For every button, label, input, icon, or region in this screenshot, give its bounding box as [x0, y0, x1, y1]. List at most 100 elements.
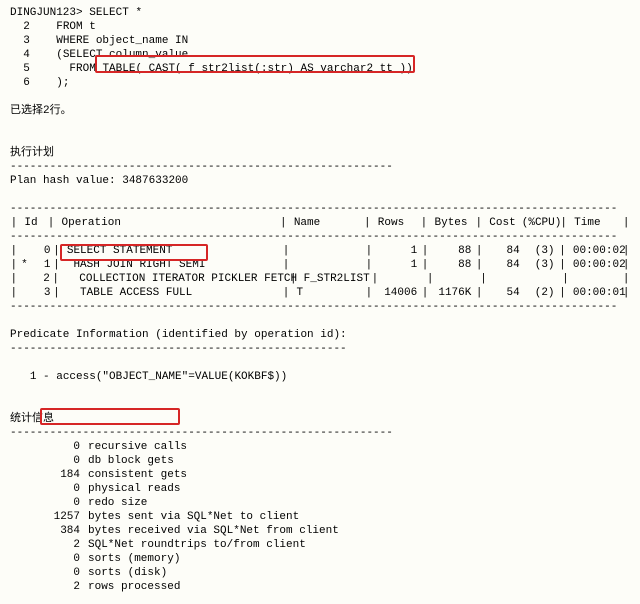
plan-bottom-border: ----------------------------------------…	[10, 300, 630, 314]
plan-op: TABLE ACCESS FULL	[67, 287, 192, 299]
plan-row: |*1| HASH JOIN RIGHT SEMI| |1|88|84(3)| …	[10, 258, 630, 272]
divider: ----------------------------------------…	[10, 426, 630, 440]
plan-star: *	[18, 258, 32, 272]
stat-label: recursive calls	[88, 440, 630, 454]
col-time-label: Time	[574, 217, 600, 229]
predicate-text: 1 - access("OBJECT_NAME"=VALUE(KOKBF$))	[30, 371, 287, 383]
plan-cost: 84	[483, 244, 522, 258]
stat-label: physical reads	[88, 482, 630, 496]
stat-row-highlighted: 184consistent gets	[10, 468, 630, 482]
stat-value: 0	[10, 482, 88, 496]
col-cost-label: Cost	[489, 217, 515, 229]
plan-op: SELECT STATEMENT	[67, 245, 173, 257]
stat-row: 0db block gets	[10, 454, 630, 468]
stat-row: 0physical reads	[10, 482, 630, 496]
plan-cost	[487, 272, 525, 286]
plan-id: 1	[31, 258, 52, 272]
plan-star	[18, 286, 32, 300]
plan-cpu: (2)	[522, 286, 559, 300]
plan-row: | 3| TABLE ACCESS FULL| T|14006|1176K|54…	[10, 286, 630, 300]
plan-bytes: 1176K	[429, 286, 475, 300]
stat-row: 0redo size	[10, 496, 630, 510]
stat-value: 0	[10, 552, 88, 566]
plan-bytes: 88	[429, 258, 475, 272]
plan-rows: 14006	[373, 286, 421, 300]
rows-selected-message: 已选择2行。	[10, 104, 630, 118]
plan-time: 00:00:01	[573, 287, 626, 299]
predicate-line: 1 - access("OBJECT_NAME"=VALUE(KOKBF$))	[10, 370, 630, 384]
statistics-block: 0recursive calls 0db block gets 184consi…	[10, 440, 630, 594]
sql-block: DINGJUN123> SELECT * 2 FROM t 3 WHERE ob…	[10, 6, 630, 90]
plan-cost: 84	[483, 258, 522, 272]
plan-hash: Plan hash value: 3487633200	[10, 174, 630, 188]
predicate-info-title: Predicate Information (identified by ope…	[10, 328, 630, 342]
col-op-label: Operation	[62, 217, 121, 229]
stat-value: 2	[10, 538, 88, 552]
col-bytes-label: Bytes	[435, 217, 468, 229]
sql-lineno: 2	[23, 21, 30, 33]
stat-value: 0	[10, 454, 88, 468]
sql-line: FROM	[69, 63, 95, 75]
plan-bytes	[434, 272, 480, 286]
plan-body: | 0| SELECT STATEMENT| |1|88|84(3)| 00:0…	[10, 244, 630, 300]
sqlplus-output: DINGJUN123> SELECT * 2 FROM t 3 WHERE ob…	[0, 0, 640, 604]
sql-lineno: 3	[23, 35, 30, 47]
plan-rows: 1	[373, 258, 421, 272]
plan-hash-label: Plan hash value:	[10, 175, 116, 187]
stat-row: 1257bytes sent via SQL*Net to client	[10, 510, 630, 524]
stat-label: SQL*Net roundtrips to/from client	[88, 538, 630, 552]
stat-label: bytes received via SQL*Net from client	[88, 524, 630, 538]
statistics-title: 统计信息	[10, 412, 630, 426]
stat-value: 184	[10, 468, 88, 482]
sql-line: );	[56, 77, 69, 89]
col-rows-label: Rows	[378, 217, 404, 229]
sql-line: WHERE object_name IN	[56, 35, 188, 47]
stat-label: consistent gets	[88, 468, 630, 482]
col-name-label: Name	[294, 217, 320, 229]
sql-lineno: 6	[23, 77, 30, 89]
plan-cpu: (3)	[522, 258, 559, 272]
stat-label: bytes sent via SQL*Net to client	[88, 510, 630, 524]
plan-id: 3	[31, 286, 52, 300]
plan-name: T	[296, 287, 303, 299]
sql-lineno: 4	[23, 49, 30, 61]
plan-id: 0	[31, 244, 52, 258]
sql-prompt: DINGJUN123>	[10, 7, 83, 19]
plan-rows: 1	[373, 244, 421, 258]
plan-hash-value: 3487633200	[122, 175, 188, 187]
plan-time: 00:00:02	[573, 245, 626, 257]
sql-line: FROM t	[56, 21, 96, 33]
sql-line-highlighted: TABLE( CAST( f_str2list(:str) AS varchar…	[102, 63, 412, 75]
stat-value: 1257	[10, 510, 88, 524]
stat-row: 0recursive calls	[10, 440, 630, 454]
sql-lineno: 5	[23, 63, 30, 75]
plan-mid-border: ----------------------------------------…	[10, 230, 630, 244]
stat-value: 384	[10, 524, 88, 538]
col-cpu-label: (%CPU)	[522, 217, 562, 229]
stat-row: 0sorts (memory)	[10, 552, 630, 566]
stat-label: rows processed	[88, 580, 630, 594]
sql-l1: SELECT *	[89, 7, 142, 19]
stat-value: 2	[10, 580, 88, 594]
plan-top-border: ----------------------------------------…	[10, 202, 630, 216]
stat-value: 0	[10, 496, 88, 510]
stat-value: 0	[10, 440, 88, 454]
plan-bytes: 88	[429, 244, 475, 258]
stat-row: 2SQL*Net roundtrips to/from client	[10, 538, 630, 552]
stat-label: db block gets	[88, 454, 630, 468]
plan-row: | 0| SELECT STATEMENT| |1|88|84(3)| 00:0…	[10, 244, 630, 258]
divider: ----------------------------------------…	[10, 342, 630, 356]
stat-label: sorts (memory)	[88, 552, 630, 566]
plan-cost: 54	[483, 286, 522, 300]
plan-id: 2	[31, 272, 52, 286]
plan-op: COLLECTION ITERATOR PICKLER FETCH	[66, 273, 297, 285]
stat-row: 2rows processed	[10, 580, 630, 594]
col-id-label: Id	[24, 217, 37, 229]
plan-header-row: | Id | Operation | Name | Rows | Bytes |…	[10, 216, 630, 230]
stat-row: 0sorts (disk)	[10, 566, 630, 580]
plan-cpu: (3)	[522, 244, 559, 258]
execution-plan-title: 执行计划	[10, 146, 630, 160]
stat-label: sorts (disk)	[88, 566, 630, 580]
plan-name: F_STR2LIST	[304, 273, 370, 285]
plan-cpu	[525, 272, 561, 286]
